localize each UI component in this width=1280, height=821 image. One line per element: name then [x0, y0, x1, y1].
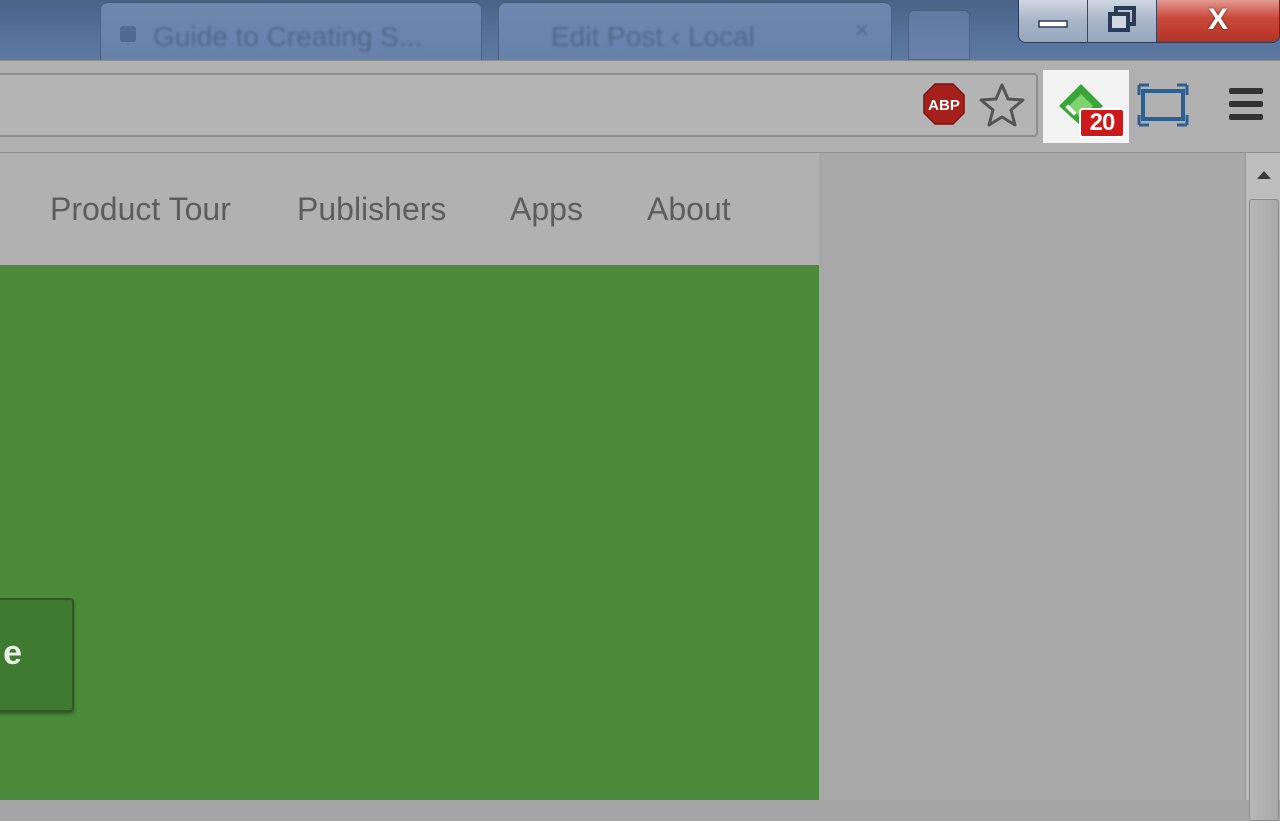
hero-cta-button[interactable]: e: [0, 598, 74, 712]
abp-label: ABP: [928, 97, 960, 114]
window-controls: X: [1018, 0, 1280, 43]
restore-button[interactable]: [1088, 0, 1157, 42]
close-icon: X: [1207, 3, 1228, 36]
hero-section: e: [0, 265, 819, 800]
tab-title: Guide to Creating S...: [153, 21, 423, 52]
page-favicon-icon: [120, 26, 136, 42]
menu-hamburger-icon[interactable]: [1228, 86, 1264, 122]
minimize-button[interactable]: [1019, 0, 1088, 42]
feedly-unread-badge: 20: [1079, 108, 1125, 138]
nav-link-publishers[interactable]: Publishers: [297, 191, 446, 228]
scroll-up-arrow-icon: [1256, 171, 1271, 179]
tab-edit-post[interactable]: Edit Post ‹ Local ×: [498, 2, 892, 60]
scroll-up-button[interactable]: [1246, 153, 1280, 197]
nav-link-product-tour[interactable]: Product Tour: [50, 191, 231, 228]
restore-icon: [1108, 6, 1136, 32]
bookmark-star-icon[interactable]: [978, 82, 1026, 128]
nav-link-about[interactable]: About: [647, 191, 731, 228]
site-navigation: Product Tour Publishers Apps About: [0, 153, 819, 265]
new-tab-button[interactable]: [908, 10, 970, 60]
minimize-icon: [1038, 20, 1068, 28]
scroll-thumb[interactable]: [1249, 199, 1279, 821]
browser-titlebar: Guide to Creating S... Edit Post ‹ Local…: [0, 0, 1280, 60]
close-window-button[interactable]: X: [1157, 0, 1279, 42]
hero-cta-label: e: [3, 634, 22, 672]
tab-close-icon[interactable]: ×: [855, 17, 869, 45]
page-background: [819, 153, 1245, 800]
tab-guide-to-creating[interactable]: Guide to Creating S...: [100, 2, 482, 60]
nav-link-apps[interactable]: Apps: [510, 191, 583, 228]
tab-title: Edit Post ‹ Local: [551, 21, 755, 52]
feedly-extension-button[interactable]: 20: [1043, 70, 1129, 143]
screen-capture-icon[interactable]: [1137, 83, 1189, 127]
adblock-plus-icon[interactable]: ABP: [922, 82, 966, 126]
address-bar[interactable]: [0, 73, 1038, 137]
vertical-scrollbar[interactable]: [1245, 153, 1280, 821]
